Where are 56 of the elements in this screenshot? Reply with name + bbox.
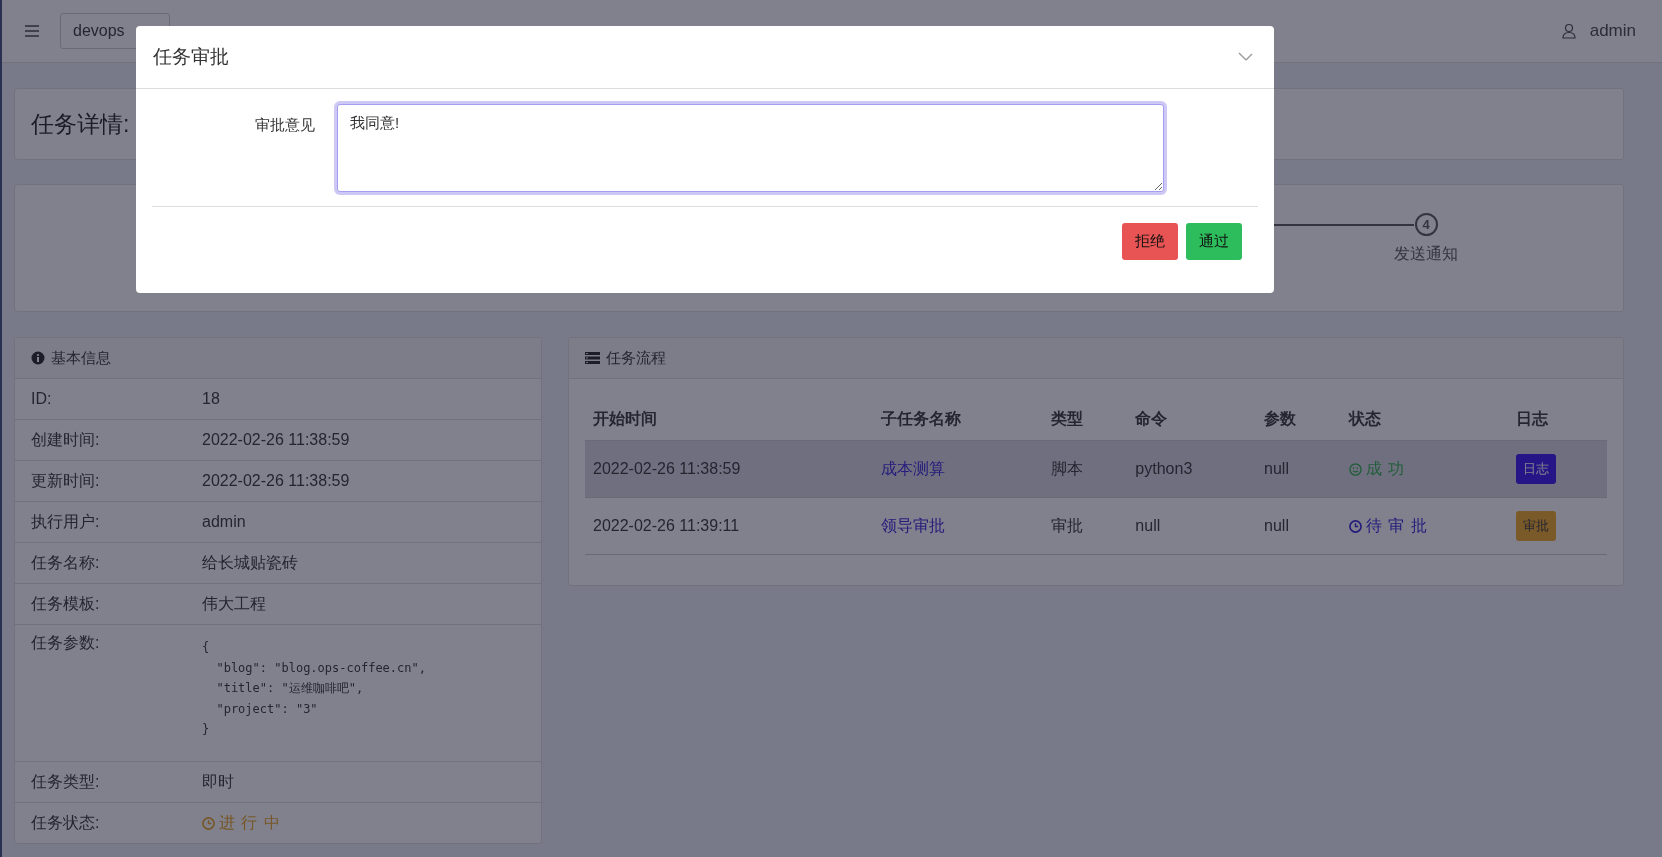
subtask-link[interactable]: 成本测算 — [881, 459, 946, 477]
page-title: 任务详情: — [31, 109, 130, 139]
table-cell: null — [1264, 460, 1289, 477]
step-number: 4 — [1414, 213, 1438, 236]
panel-title: 任务流程 — [606, 348, 666, 368]
column-header: 开始时间 — [585, 397, 874, 441]
table-cell: 2022-02-26 11:39:11 — [593, 517, 740, 534]
field-value: 即时 — [202, 771, 234, 792]
column-header: 参数 — [1256, 397, 1341, 441]
field-label: 任务模板: — [31, 593, 101, 614]
field-label: 审批意见 — [254, 115, 315, 135]
field-value: 2022-02-26 11:38:59 — [202, 472, 350, 490]
clock-icon — [1348, 519, 1362, 533]
field-value: 给长城贴瓷砖 — [202, 552, 298, 573]
status-text: 进 行 中 — [202, 812, 281, 834]
reject-button[interactable]: 拒绝 — [1122, 223, 1178, 260]
info-icon — [31, 351, 45, 365]
column-header: 状态 — [1340, 397, 1509, 441]
column-header: 子任务名称 — [873, 397, 1043, 441]
table-cell: python3 — [1135, 460, 1193, 477]
field-label: 任务名称: — [31, 552, 101, 573]
menu-icon — [24, 24, 40, 38]
table-cell: 审批 — [1050, 516, 1083, 534]
field-label: ID: — [31, 390, 53, 408]
column-header: 命令 — [1127, 397, 1257, 441]
params-code: { "blog": "blog.ops-coffee.cn", "title": "运维咖啡吧", "project": "3" } — [202, 639, 426, 738]
subtask-link[interactable]: 领导审批 — [881, 516, 946, 534]
smile-icon — [1348, 462, 1362, 476]
user-name[interactable]: admin — [1589, 21, 1636, 41]
field-value: 18 — [202, 390, 220, 408]
status-text: 待 审 批 — [1348, 515, 1428, 537]
field-label: 任务参数: — [31, 633, 101, 653]
step-label: 发送通知 — [1394, 244, 1458, 264]
column-header: 类型 — [1042, 397, 1128, 441]
table-cell: 脚本 — [1050, 459, 1083, 477]
field-value: 2022-02-26 11:38:59 — [202, 431, 350, 449]
approve-button[interactable]: 审批 — [1516, 511, 1557, 541]
clock-icon — [202, 816, 215, 830]
column-header: 日志 — [1508, 397, 1607, 441]
table-cell: 2022-02-26 11:38:59 — [593, 460, 741, 477]
user-icon — [1561, 23, 1576, 39]
table-cell: null — [1264, 517, 1289, 534]
approve-button[interactable]: 通过 — [1186, 223, 1242, 260]
field-value: admin — [202, 513, 246, 531]
table-cell: null — [1135, 517, 1161, 534]
field-label: 创建时间: — [31, 429, 101, 450]
panel-title: 基本信息 — [51, 348, 111, 368]
field-label: 任务类型: — [31, 771, 101, 792]
comment-field[interactable]: 我同意! — [337, 104, 1164, 192]
field-label: 执行用户: — [31, 511, 101, 532]
field-label: 任务状态: — [31, 812, 101, 833]
server-icon — [585, 352, 600, 364]
field-label: 更新时间: — [31, 470, 101, 491]
field-value: 伟大工程 — [202, 593, 266, 614]
status-text: 成 功 — [1348, 458, 1406, 480]
log-button[interactable]: 日志 — [1516, 454, 1557, 484]
